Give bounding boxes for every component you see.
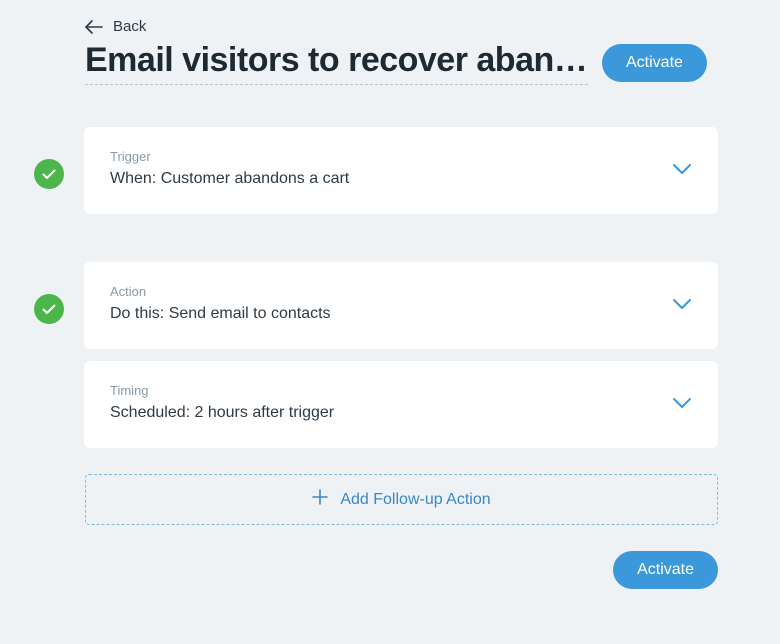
trigger-label: Trigger xyxy=(110,149,349,164)
add-followup-button[interactable]: Add Follow-up Action xyxy=(85,474,718,525)
page-title[interactable]: Email visitors to recover abandoned cart… xyxy=(85,41,588,85)
trigger-value: When: Customer abandons a cart xyxy=(110,170,349,188)
timing-card[interactable]: Timing Scheduled: 2 hours after trigger xyxy=(84,361,718,448)
plus-icon xyxy=(312,489,328,510)
check-icon xyxy=(34,159,64,189)
back-label: Back xyxy=(113,18,146,35)
chevron-down-icon xyxy=(672,298,692,310)
chevron-down-icon xyxy=(672,163,692,175)
timing-label: Timing xyxy=(110,383,334,398)
activate-button-bottom[interactable]: Activate xyxy=(613,551,718,589)
activate-button-top[interactable]: Activate xyxy=(602,44,707,82)
action-label: Action xyxy=(110,284,331,299)
chevron-down-icon xyxy=(672,397,692,409)
trigger-card[interactable]: Trigger When: Customer abandons a cart xyxy=(84,127,718,214)
empty-check-slot xyxy=(34,393,64,394)
action-card[interactable]: Action Do this: Send email to contacts xyxy=(84,262,718,349)
back-link[interactable]: Back xyxy=(85,18,146,35)
timing-value: Scheduled: 2 hours after trigger xyxy=(110,404,334,422)
add-followup-label: Add Follow-up Action xyxy=(340,491,490,509)
action-value: Do this: Send email to contacts xyxy=(110,305,331,323)
arrow-left-icon xyxy=(85,20,103,34)
check-icon xyxy=(34,294,64,324)
